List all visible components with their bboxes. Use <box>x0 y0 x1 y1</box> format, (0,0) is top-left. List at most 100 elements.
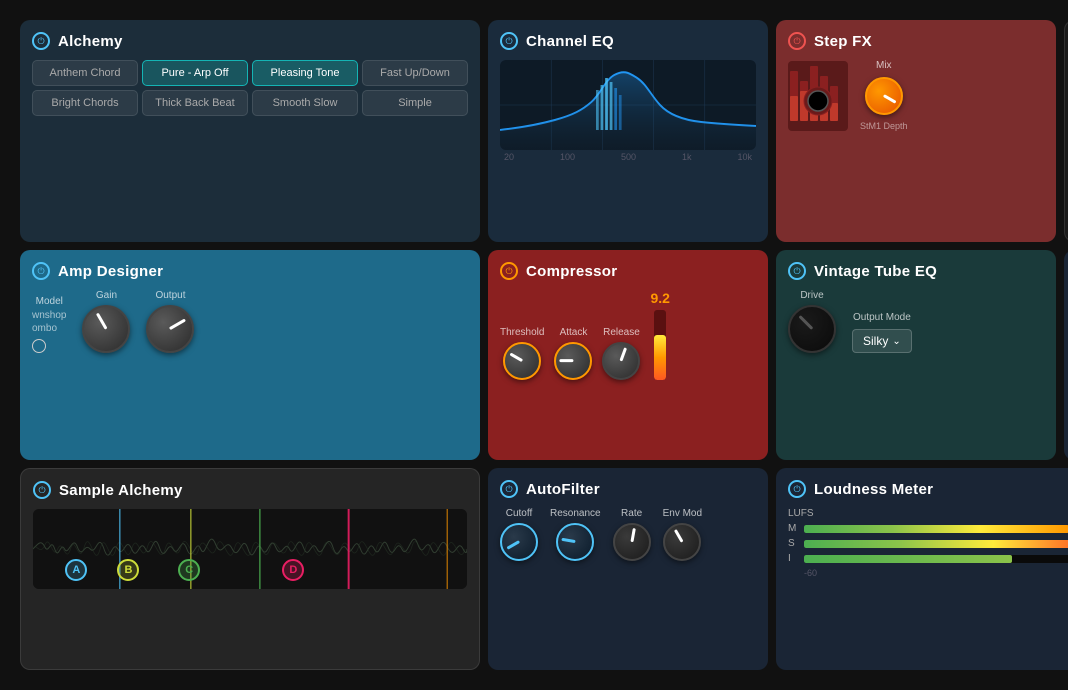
comp-threshold-group: Threshold <box>500 327 544 380</box>
waveform-display[interactable]: A B C D <box>33 509 467 589</box>
autofilter-rate-knob[interactable] <box>613 523 651 561</box>
autofilter-resonance-group: Resonance <box>550 508 601 561</box>
meter-i-bg <box>804 555 1068 563</box>
preset-bright-chords[interactable]: Bright Chords <box>32 90 138 116</box>
autofilter-envmod-knob[interactable] <box>663 523 701 561</box>
sample-alchemy-header: ⏻ Sample Alchemy <box>33 481 467 499</box>
power-icon-eq: ⏻ <box>505 37 512 46</box>
preset-pleasing-tone[interactable]: Pleasing Tone <box>252 60 358 86</box>
amp-gain-knob[interactable] <box>82 305 130 353</box>
vintage-eq-header: ⏻ Vintage Tube EQ <box>788 262 1044 280</box>
channel-eq-power-btn[interactable]: ⏻ <box>500 32 518 50</box>
step-fx-panel: ⏻ Step FX <box>776 20 1056 242</box>
autofilter-cutoff-group: Cutoff <box>500 508 538 561</box>
autofilter-resonance-knob[interactable] <box>556 523 594 561</box>
eq-display[interactable] <box>500 60 756 150</box>
autofilter-panel: ⏻ AutoFilter Cutoff Resonance Rate <box>488 468 768 670</box>
vintage-eq-title: Vintage Tube EQ <box>814 263 937 280</box>
preset-simple[interactable]: Simple <box>362 90 468 116</box>
amp-gain-label: Gain <box>96 290 117 301</box>
power-icon-sa: ⏻ <box>38 486 45 495</box>
loudness-power-btn[interactable]: ⏻ <box>788 480 806 498</box>
preset-smooth-slow[interactable]: Smooth Slow <box>252 90 358 116</box>
step-fx-mix-area: Mix StM1 Depth <box>860 60 908 131</box>
vintage-eq-controls: Drive Output Mode Silky ⌄ <box>788 290 1044 353</box>
compressor-title: Compressor <box>526 263 617 280</box>
step-fx-title: Step FX <box>814 33 872 50</box>
chromaverb-panel: ⏻ ChromaVerb <box>1064 20 1068 242</box>
step-fx-depth-label: StM1 Depth <box>860 121 908 131</box>
eq-label-500: 500 <box>621 152 636 162</box>
compressor-header: ⏻ Compressor <box>500 262 756 280</box>
compressor-panel: ⏻ Compressor Threshold Attack Release <box>488 250 768 460</box>
amp-power-btn[interactable]: ⏻ <box>32 262 50 280</box>
step-fx-header: ⏻ Step FX <box>788 32 1044 50</box>
vintage-eq-output-selector[interactable]: Silky ⌄ <box>852 329 912 353</box>
eq-label-100: 100 <box>560 152 575 162</box>
amp-title: Amp Designer <box>58 263 163 280</box>
meter-i-fill <box>804 555 1012 563</box>
loudness-header: ⏻ Loudness Meter <box>788 480 1068 498</box>
meter-axis-min: -60 <box>804 568 817 578</box>
preset-pure-arp[interactable]: Pure - Arp Off <box>142 60 248 86</box>
preset-anthem-chord[interactable]: Anthem Chord <box>32 60 138 86</box>
amp-output-label: Output <box>155 290 185 301</box>
meter-row-s: S <box>788 538 1068 549</box>
vintage-eq-output-group: Output Mode Silky ⌄ <box>852 312 912 353</box>
meter-m-fill <box>804 525 1068 533</box>
comp-release-knob[interactable] <box>602 342 640 380</box>
alchemy-power-btn[interactable]: ⏻ <box>32 32 50 50</box>
vintage-tube-eq-panel: ⏻ Vintage Tube EQ Drive Output Mode Silk… <box>776 250 1056 460</box>
meter-s-fill <box>804 540 1068 548</box>
amp-designer-panel: ⏻ Amp Designer Model wnshop ombo Gain Ou… <box>20 250 480 460</box>
meter-i-label: I <box>788 553 798 564</box>
vintage-eq-drive-knob[interactable] <box>788 305 836 353</box>
eq-label-1k: 1k <box>682 152 692 162</box>
autofilter-envmod-label: Env Mod <box>663 508 702 519</box>
eq-label-10k: 10k <box>737 152 752 162</box>
comp-threshold-label: Threshold <box>500 327 544 338</box>
comp-attack-knob[interactable] <box>554 342 592 380</box>
power-icon-stepfx: ⏻ <box>793 37 800 46</box>
alchemy-header: ⏻ Alchemy <box>32 32 468 50</box>
preset-thick-back[interactable]: Thick Back Beat <box>142 90 248 116</box>
comp-main: Threshold Attack Release 9.2 <box>500 290 756 380</box>
amp-output-knob[interactable] <box>146 305 194 353</box>
power-icon-loudness: ⏻ <box>793 485 800 494</box>
sample-alchemy-title: Sample Alchemy <box>59 482 183 499</box>
vintage-eq-power-btn[interactable]: ⏻ <box>788 262 806 280</box>
lufs-meter: LUFS M S I -60 12 <box>788 508 1068 578</box>
eq-axis-labels: 20 100 500 1k 10k <box>500 150 756 162</box>
step-fx-mix-label: Mix <box>876 60 892 71</box>
amp-model-icon <box>32 339 46 353</box>
vintage-eq-output-label: Output Mode <box>852 312 912 323</box>
sample-alchemy-panel: ⏻ Sample Alchemy A <box>20 468 480 670</box>
power-icon-comp: ⏻ <box>505 267 512 276</box>
compressor-power-btn[interactable]: ⏻ <box>500 262 518 280</box>
step-fx-mix-knob[interactable] <box>865 77 903 115</box>
sample-alchemy-power-btn[interactable]: ⏻ <box>33 481 51 499</box>
meter-row-m: M <box>788 523 1068 534</box>
step-fx-power-btn[interactable]: ⏻ <box>788 32 806 50</box>
autofilter-power-btn[interactable]: ⏻ <box>500 480 518 498</box>
alchemy-panel: ⏻ Alchemy Anthem Chord Pure - Arp Off Pl… <box>20 20 480 242</box>
preset-fast-updown[interactable]: Fast Up/Down <box>362 60 468 86</box>
meter-m-label: M <box>788 523 798 534</box>
step-fx-content: Mix StM1 Depth <box>788 60 1044 131</box>
ensemble-panel: ⏻ Ensemble Mix Voices Phase <box>1064 250 1068 460</box>
alchemy-title: Alchemy <box>58 33 123 50</box>
power-icon-af: ⏻ <box>505 485 512 494</box>
comp-threshold-knob[interactable] <box>503 342 541 380</box>
meter-m-bg <box>804 525 1068 533</box>
loudness-title: Loudness Meter <box>814 481 933 498</box>
autofilter-cutoff-knob[interactable] <box>500 523 538 561</box>
lufs-label: LUFS <box>788 508 1068 519</box>
meter-s-bg <box>804 540 1068 548</box>
amp-output-group: Output <box>146 290 194 353</box>
autofilter-rate-label: Rate <box>621 508 642 519</box>
amp-designer-header: ⏻ Amp Designer <box>32 262 468 280</box>
power-icon: ⏻ <box>37 37 44 46</box>
amp-model-label: Model <box>32 296 66 307</box>
vintage-eq-output-value: Silky <box>863 334 888 348</box>
step-fx-display <box>788 61 848 131</box>
